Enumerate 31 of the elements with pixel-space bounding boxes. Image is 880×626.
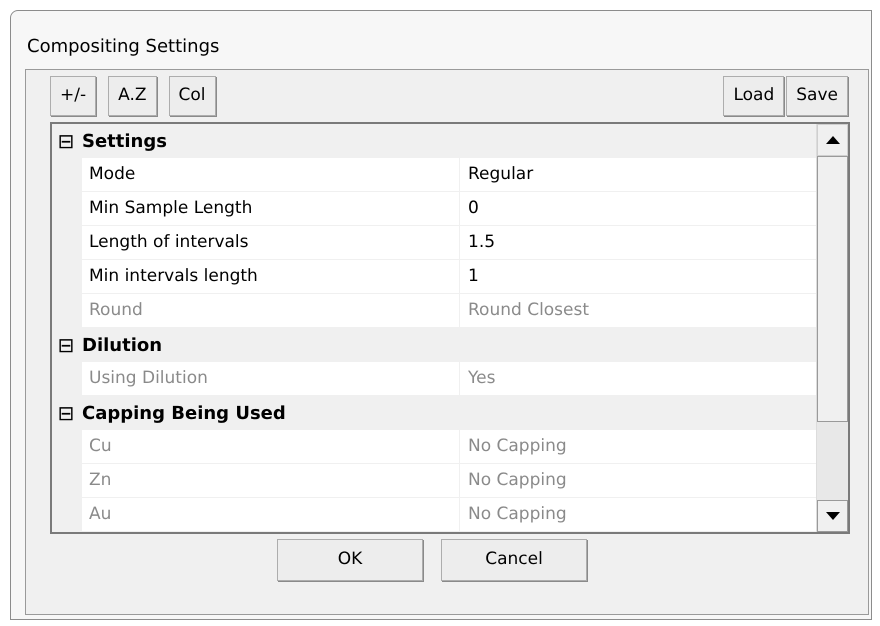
property-value[interactable]: 1: [460, 260, 816, 293]
dialog-button[interactable]: OK: [277, 539, 423, 581]
property-name: Using Dilution: [82, 362, 460, 395]
property-name: Mode: [82, 158, 460, 191]
scroll-down-icon[interactable]: [817, 500, 848, 532]
toolbar-button[interactable]: Load: [723, 76, 784, 116]
property-value[interactable]: 0: [460, 192, 816, 225]
scroll-thumb[interactable]: [817, 156, 848, 422]
dialog-button[interactable]: Cancel: [441, 539, 587, 581]
toolbar-button[interactable]: +/-: [50, 76, 96, 116]
property-value[interactable]: 1.5: [460, 226, 816, 259]
toolbar-button[interactable]: Col: [168, 76, 216, 116]
window-title: Compositing Settings: [26, 35, 220, 59]
toolbar-button[interactable]: Save: [786, 76, 848, 116]
collapse-toggle[interactable]: ⊟: [52, 403, 80, 423]
scroll-up-icon[interactable]: [817, 124, 848, 156]
scrollbar[interactable]: [816, 124, 848, 532]
property-name: Zn: [82, 464, 460, 497]
category-label: Settings: [81, 130, 167, 154]
property-name: Au: [82, 498, 460, 531]
collapse-toggle[interactable]: ⊟: [52, 335, 80, 355]
category-label: Dilution: [81, 334, 162, 358]
category-label: Capping Being Used: [81, 402, 286, 426]
property-name: Length of intervals: [82, 226, 460, 259]
toolbar-button[interactable]: A.Z: [108, 76, 156, 116]
property-name: Min intervals length: [82, 260, 460, 293]
property-name: Round: [82, 294, 460, 327]
property-name: Cu: [82, 430, 460, 463]
property-value[interactable]: Regular: [460, 158, 816, 191]
collapse-toggle[interactable]: ⊟: [52, 131, 80, 151]
property-name: Min Sample Length: [82, 192, 460, 225]
